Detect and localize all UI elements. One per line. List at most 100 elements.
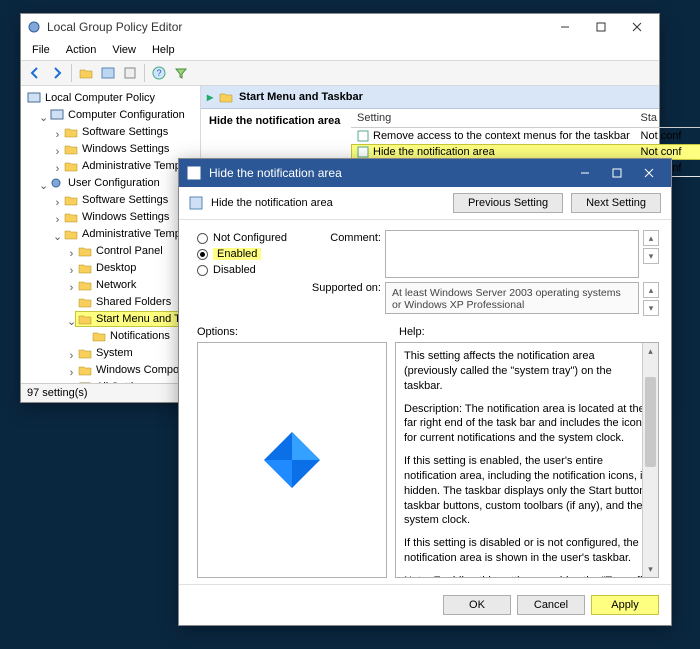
scroll-up-icon[interactable]: ▴: [643, 343, 658, 359]
supported-on-text: At least Windows Server 2003 operating s…: [385, 282, 639, 314]
properties-button[interactable]: [120, 63, 140, 83]
gp-maximize-button[interactable]: [583, 16, 619, 38]
tree-network[interactable]: Network: [76, 278, 138, 292]
comment-scroll-down-icon[interactable]: ▾: [643, 248, 659, 264]
chevron-right-icon[interactable]: ›: [53, 214, 62, 226]
show-hide-tree-button[interactable]: [98, 63, 118, 83]
folder-icon: [219, 91, 233, 103]
apply-button[interactable]: Apply: [591, 595, 659, 615]
chevron-down-icon[interactable]: ⌄: [39, 179, 48, 192]
radio-not-configured[interactable]: Not Configured: [197, 230, 307, 246]
chevron-right-icon[interactable]: ›: [53, 129, 62, 141]
options-label: Options:: [197, 326, 387, 338]
tree-cc-windows[interactable]: Windows Settings: [62, 142, 171, 156]
dialog-subtitle: Hide the notification area: [211, 197, 333, 209]
comment-textarea[interactable]: [385, 230, 639, 278]
help-pane[interactable]: This setting affects the notification ar…: [395, 342, 659, 578]
dialog-close-button[interactable]: [633, 162, 665, 184]
tree-control-panel[interactable]: Control Panel: [76, 244, 165, 258]
radio-disabled[interactable]: Disabled: [197, 262, 307, 278]
options-pane: [197, 342, 387, 578]
cancel-button[interactable]: Cancel: [517, 595, 585, 615]
dialog-titlebar: Hide the notification area: [179, 159, 671, 187]
tree-shared-folders[interactable]: Shared Folders: [76, 295, 173, 309]
chevron-down-icon[interactable]: ⌄: [67, 315, 76, 328]
comment-label: Comment:: [311, 230, 381, 244]
menu-help[interactable]: Help: [145, 42, 182, 58]
dialog-toolbar: Hide the notification area Previous Sett…: [179, 187, 671, 220]
dialog-title: Hide the notification area: [209, 166, 342, 180]
chevron-down-icon[interactable]: ⌄: [53, 230, 62, 243]
policy-dialog-icon: [187, 166, 201, 180]
forward-button[interactable]: [47, 63, 67, 83]
policy-icon: [357, 130, 369, 142]
policy-dialog: Hide the notification area Hide the noti…: [178, 158, 672, 626]
help-p5: Note: Enabling this setting overrides th…: [404, 574, 650, 578]
chevron-right-icon[interactable]: ›: [67, 282, 76, 294]
back-button[interactable]: [25, 63, 45, 83]
tree-uc-windows[interactable]: Windows Settings: [62, 210, 171, 224]
chevron-right-icon[interactable]: ›: [53, 146, 62, 158]
chevron-right-icon[interactable]: ›: [67, 367, 76, 379]
ok-button[interactable]: OK: [443, 595, 511, 615]
previous-setting-button[interactable]: Previous Setting: [453, 193, 563, 213]
tree-system[interactable]: System: [76, 346, 135, 360]
col-state: Sta: [641, 112, 700, 124]
gpedit-title: Local Group Policy Editor: [47, 20, 182, 34]
menu-file[interactable]: File: [25, 42, 57, 58]
help-p2: Description: The notification area is lo…: [404, 402, 650, 447]
svg-text:?: ?: [156, 68, 161, 78]
scroll-down-icon[interactable]: ▾: [643, 561, 658, 577]
dialog-minimize-button[interactable]: [569, 162, 601, 184]
breadcrumb-arrow-icon: ▸: [207, 90, 213, 104]
chevron-right-icon[interactable]: ›: [67, 265, 76, 277]
comment-scroll-up-icon[interactable]: ▴: [643, 230, 659, 246]
radio-enabled[interactable]: Enabled: [197, 246, 307, 262]
next-setting-button[interactable]: Next Setting: [571, 193, 661, 213]
status-count: 97 setting(s): [27, 387, 88, 399]
detail-title: Hide the notification area: [209, 115, 340, 127]
gpedit-titlebar: Local Group Policy Editor: [21, 14, 659, 40]
help-label: Help:: [399, 326, 425, 338]
gp-close-button[interactable]: [619, 16, 655, 38]
tree-computer-config[interactable]: Computer Configuration: [48, 108, 187, 122]
supported-scroll-up-icon[interactable]: ▴: [643, 282, 659, 298]
tree-uc-software[interactable]: Software Settings: [62, 193, 170, 207]
filter-button[interactable]: [171, 63, 191, 83]
breadcrumb: ▸ Start Menu and Taskbar: [201, 86, 659, 109]
tree-cc-software[interactable]: Software Settings: [62, 125, 170, 139]
dialog-footer: OK Cancel Apply: [179, 584, 671, 625]
chevron-right-icon[interactable]: ›: [67, 248, 76, 260]
tree-desktop[interactable]: Desktop: [76, 261, 138, 275]
help-scrollbar[interactable]: ▴ ▾: [642, 343, 658, 577]
help-button[interactable]: ?: [149, 63, 169, 83]
up-button[interactable]: [76, 63, 96, 83]
chevron-right-icon[interactable]: ›: [53, 197, 62, 209]
chevron-right-icon[interactable]: ›: [67, 350, 76, 362]
policy-icon: [357, 146, 369, 158]
gpedit-icon: [27, 20, 41, 34]
menu-action[interactable]: Action: [59, 42, 104, 58]
gp-minimize-button[interactable]: [547, 16, 583, 38]
supported-scroll-down-icon[interactable]: ▾: [643, 300, 659, 316]
supported-on-label: Supported on:: [311, 282, 381, 294]
menu-view[interactable]: View: [105, 42, 143, 58]
policy-small-icon: [189, 196, 203, 210]
gp-toolbar: ?: [21, 61, 659, 86]
tree-notifications[interactable]: Notifications: [90, 329, 172, 343]
dialog-maximize-button[interactable]: [601, 162, 633, 184]
help-p4: If this setting is disabled or is not co…: [404, 536, 650, 566]
col-setting: Setting: [357, 112, 641, 124]
settings-header: Setting Sta: [351, 109, 700, 128]
scrollbar-thumb[interactable]: [645, 377, 656, 467]
watermark-logo-icon: [256, 424, 328, 496]
gp-tree-pane[interactable]: Local Computer Policy ⌄Computer Configur…: [21, 86, 201, 383]
chevron-down-icon[interactable]: ⌄: [39, 111, 48, 124]
help-p1: This setting affects the notification ar…: [404, 349, 650, 394]
tree-user-config[interactable]: User Configuration: [48, 176, 162, 190]
gp-menubar: File Action View Help: [21, 40, 659, 61]
tree-root[interactable]: Local Computer Policy: [25, 91, 157, 105]
chevron-right-icon[interactable]: ›: [53, 163, 62, 175]
setting-row[interactable]: Remove access to the context menus for t…: [351, 128, 700, 144]
breadcrumb-label: Start Menu and Taskbar: [239, 91, 363, 103]
